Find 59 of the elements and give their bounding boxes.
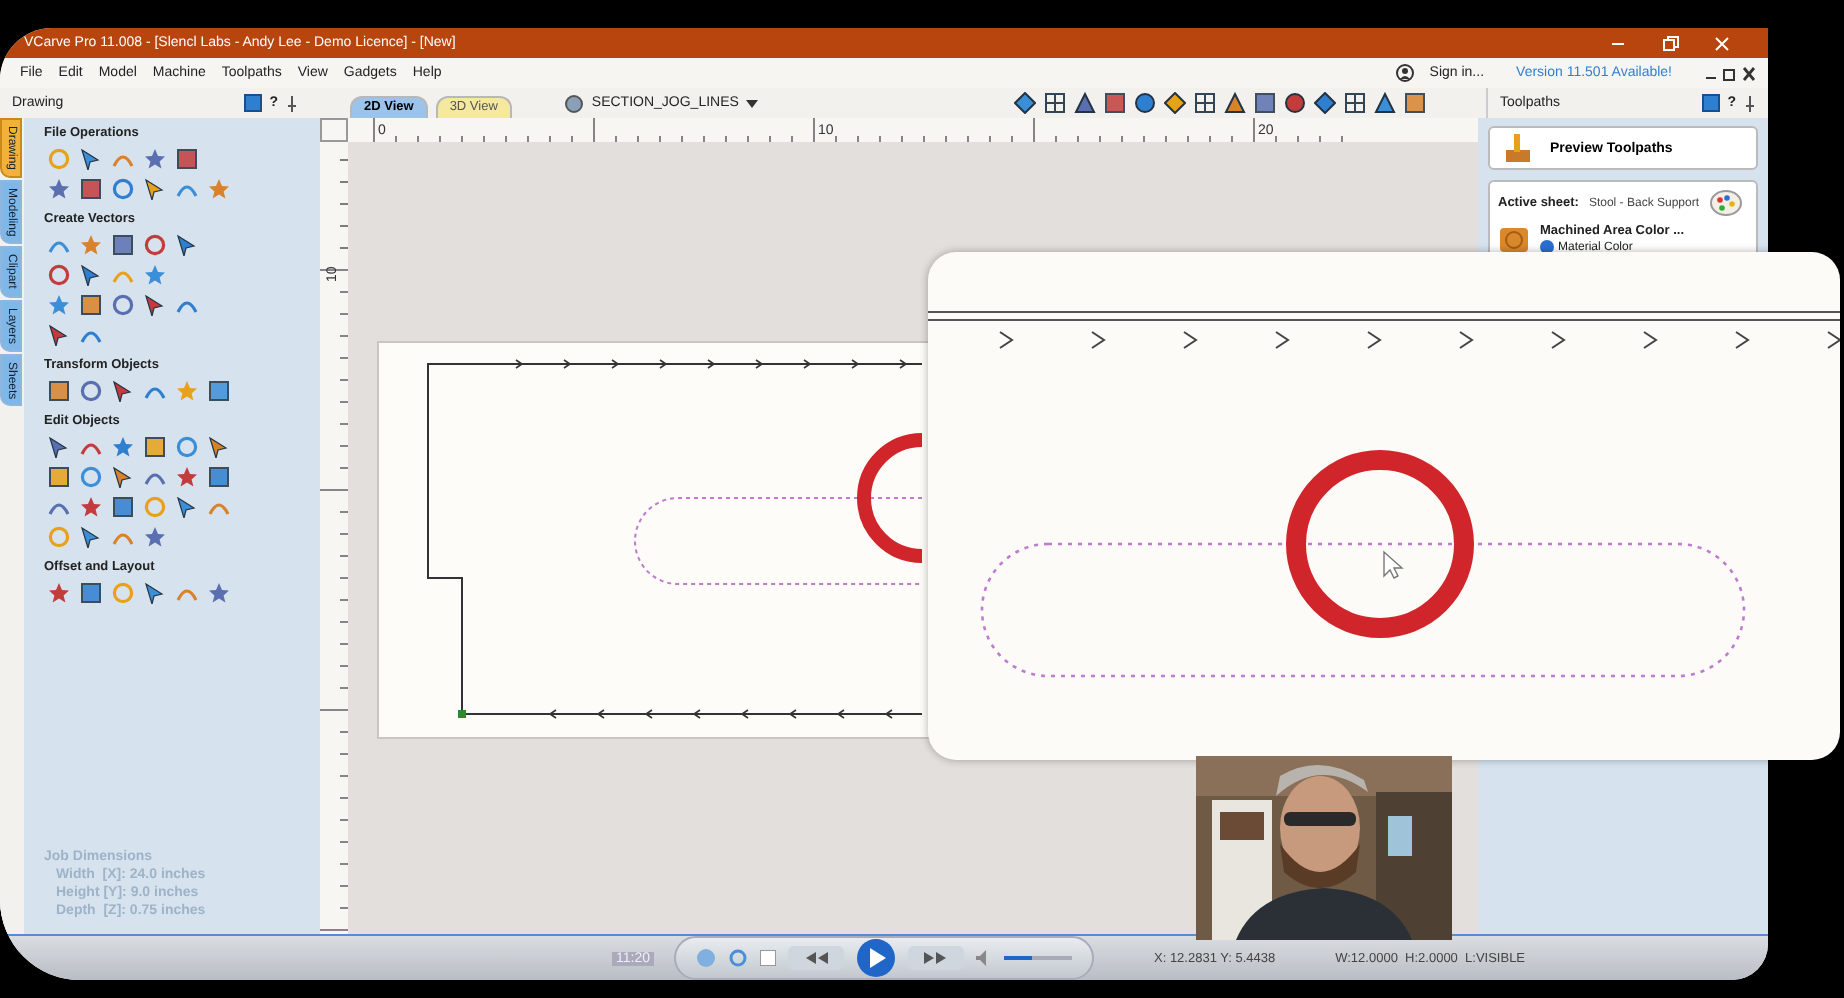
tool-icon[interactable] bbox=[80, 178, 102, 200]
caret-icon[interactable] bbox=[746, 97, 759, 109]
tool-icon[interactable] bbox=[1374, 92, 1396, 114]
tool-icon[interactable] bbox=[1134, 92, 1156, 114]
tool-icon[interactable] bbox=[1224, 92, 1246, 114]
tool-icon[interactable] bbox=[1104, 92, 1126, 114]
pin-icon[interactable] bbox=[286, 94, 298, 112]
tool-icon[interactable] bbox=[112, 466, 134, 488]
dock-icon[interactable] bbox=[243, 94, 262, 112]
tool-icon[interactable] bbox=[80, 148, 102, 170]
tool-icon[interactable] bbox=[144, 178, 166, 200]
tool-icon[interactable] bbox=[48, 380, 70, 402]
tool-icon[interactable] bbox=[176, 496, 198, 518]
ruler-corner bbox=[320, 118, 348, 142]
tool-icon[interactable] bbox=[1014, 92, 1036, 114]
toolpath-vector[interactable] bbox=[427, 359, 923, 719]
tool-icon[interactable] bbox=[208, 466, 230, 488]
dock-icon[interactable] bbox=[1701, 94, 1720, 112]
tool-icon[interactable] bbox=[112, 380, 134, 402]
fast-forward-icon[interactable] bbox=[908, 946, 964, 970]
tool-icon[interactable] bbox=[144, 294, 166, 316]
tool-icon[interactable] bbox=[208, 436, 230, 458]
tool-icon[interactable] bbox=[1194, 92, 1216, 114]
tool-icon[interactable] bbox=[144, 436, 166, 458]
palette-icon[interactable] bbox=[1709, 190, 1741, 216]
layer-icon bbox=[563, 93, 584, 113]
tool-icon[interactable] bbox=[112, 234, 134, 256]
tool-icon[interactable] bbox=[1344, 92, 1366, 114]
tool-icon[interactable] bbox=[1044, 92, 1066, 114]
rewind-icon[interactable] bbox=[788, 946, 844, 970]
restore-icon[interactable] bbox=[1660, 33, 1680, 53]
tool-icon[interactable] bbox=[176, 148, 198, 170]
tool-icon[interactable] bbox=[176, 234, 198, 256]
tool-icon[interactable] bbox=[80, 294, 102, 316]
play-icon[interactable] bbox=[856, 938, 896, 978]
volume-icon[interactable] bbox=[976, 950, 992, 966]
tool-icon[interactable] bbox=[1254, 92, 1276, 114]
color-icon bbox=[1540, 240, 1554, 254]
toolpath-preview-icon bbox=[1502, 132, 1534, 164]
tool-icon[interactable] bbox=[48, 436, 70, 458]
tool-icon[interactable] bbox=[1404, 92, 1426, 114]
stop-icon[interactable] bbox=[760, 950, 776, 966]
close-icon[interactable] bbox=[1712, 33, 1732, 53]
tool-icon[interactable] bbox=[48, 324, 70, 346]
tool-icon[interactable] bbox=[1284, 92, 1306, 114]
window-controls-icon[interactable] bbox=[1704, 65, 1756, 81]
tool-icon[interactable] bbox=[1074, 92, 1096, 114]
tool-icon[interactable] bbox=[80, 264, 102, 286]
pin-icon[interactable] bbox=[1744, 94, 1756, 112]
user-icon[interactable] bbox=[1395, 64, 1414, 82]
tool-icon[interactable] bbox=[1314, 92, 1336, 114]
tool-icon[interactable] bbox=[80, 526, 102, 548]
tool-icon[interactable] bbox=[1164, 92, 1186, 114]
tool-icon[interactable] bbox=[48, 466, 70, 488]
tool-icon[interactable] bbox=[80, 582, 102, 604]
tool-icon[interactable] bbox=[144, 582, 166, 604]
material-icon bbox=[1498, 225, 1530, 253]
tool-icon[interactable] bbox=[112, 496, 134, 518]
tool-icon[interactable] bbox=[208, 380, 230, 402]
